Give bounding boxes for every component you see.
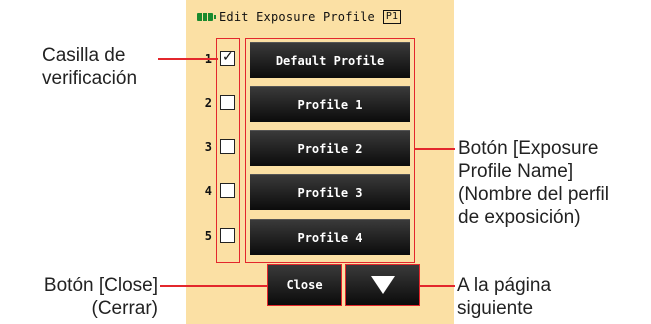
row-number: 2 xyxy=(204,96,212,110)
next-page-button[interactable] xyxy=(345,264,420,306)
annotation-text: de exposición) xyxy=(458,207,581,228)
annotation-text: (Cerrar) xyxy=(91,298,159,319)
row-number: 5 xyxy=(204,229,212,243)
checkbox-row-5[interactable] xyxy=(220,228,235,243)
annotation-text: A la página xyxy=(457,275,552,296)
checkbox-row-2[interactable] xyxy=(220,95,235,110)
down-arrow-icon xyxy=(370,276,395,294)
profile-button-3[interactable]: Profile 3 xyxy=(250,174,410,210)
annotation-profile-button: Botón [Exposure Profile Name] (Nombre de… xyxy=(458,137,609,229)
page-badge: P1 xyxy=(382,10,401,24)
annotation-next-page: A la página siguiente xyxy=(457,274,551,320)
annotation-text: Botón [Exposure xyxy=(458,138,599,159)
battery-icon xyxy=(197,13,216,21)
leader-line xyxy=(160,285,267,287)
annotation-text: verificación xyxy=(42,68,138,89)
row-number: 4 xyxy=(204,184,212,198)
check-mark-icon: ✓ xyxy=(222,48,234,64)
annotation-close: Botón [Close] (Cerrar) xyxy=(10,274,158,320)
checkbox-row-1[interactable]: ✓ xyxy=(220,48,235,66)
annotation-checkbox: Casilla de verificación xyxy=(42,44,137,90)
annotation-text: Botón [Close] xyxy=(43,275,158,296)
screen-header: Edit Exposure Profile P1 xyxy=(197,8,447,26)
annotation-text: Casilla de xyxy=(42,45,126,66)
leader-line xyxy=(420,285,455,287)
annotation-text: siguiente xyxy=(457,298,534,319)
row-number: 3 xyxy=(204,140,212,154)
profile-button-4[interactable]: Profile 4 xyxy=(250,219,410,255)
leader-line xyxy=(415,148,455,150)
leader-line xyxy=(158,58,218,60)
annotation-text: Profile Name] xyxy=(458,161,574,182)
annotation-text: (Nombre del perfil xyxy=(458,184,609,205)
profile-button-1[interactable]: Profile 1 xyxy=(250,86,410,122)
profile-button-2[interactable]: Profile 2 xyxy=(250,130,410,166)
profile-button-default[interactable]: Default Profile xyxy=(250,42,410,78)
screen-title: Edit Exposure Profile xyxy=(219,10,375,24)
checkbox-row-3[interactable] xyxy=(220,139,235,154)
checkbox-row-4[interactable] xyxy=(220,183,235,198)
close-button[interactable]: Close xyxy=(267,264,342,306)
